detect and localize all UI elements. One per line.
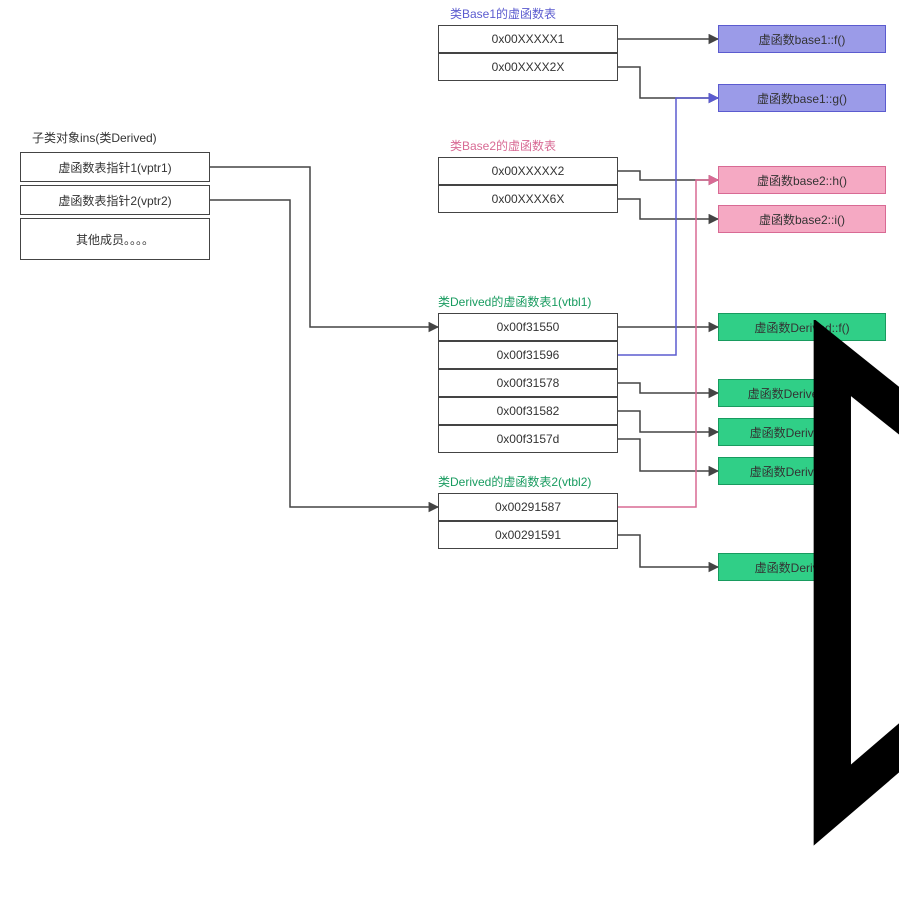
derived-func-mh: 虚函数Derived::mh() xyxy=(718,379,886,407)
base2-func-h: 虚函数base2::h() xyxy=(718,166,886,194)
object-title: 子类对象ins(类Derived) xyxy=(32,129,157,146)
base1-entry-1: 0x00XXXX2X xyxy=(438,53,618,81)
object-row-other: 其他成员。。。。 xyxy=(20,218,210,260)
derived1-entry-1: 0x00f31596 xyxy=(438,341,618,369)
base2-entry-1: 0x00XXXX6X xyxy=(438,185,618,213)
derived1-entry-0: 0x00f31550 xyxy=(438,313,618,341)
derived2-title: 类Derived的虚函数表2(vtbl2) xyxy=(438,473,591,490)
base1-title: 类Base1的虚函数表 xyxy=(450,5,556,22)
derived2-entry-1: 0x00291591 xyxy=(438,521,618,549)
cursor-icon xyxy=(644,320,660,336)
object-row-vptr2: 虚函数表指针2(vptr2) xyxy=(20,185,210,215)
base2-title: 类Base2的虚函数表 xyxy=(450,137,556,154)
derived2-entry-0: 0x00291587 xyxy=(438,493,618,521)
derived1-title: 类Derived的虚函数表1(vtbl1) xyxy=(438,293,591,310)
object-row-vptr1: 虚函数表指针1(vptr1) xyxy=(20,152,210,182)
derived1-entry-3: 0x00f31582 xyxy=(438,397,618,425)
derived1-entry-4: 0x00f3157d xyxy=(438,425,618,453)
base2-entry-0: 0x00XXXXX2 xyxy=(438,157,618,185)
derived-func-f: 虚函数Derived::f() xyxy=(718,313,886,341)
base1-func-f: 虚函数base1::f() xyxy=(718,25,886,53)
base2-func-i: 虚函数base2::i() xyxy=(718,205,886,233)
derived-func-mi: 虚函数Derived::mi() xyxy=(718,418,886,446)
base1-func-g: 虚函数base1::g() xyxy=(718,84,886,112)
derived-func-i: 虚函数Derived::i() xyxy=(718,553,886,581)
base1-entry-0: 0x00XXXXX1 xyxy=(438,25,618,53)
derived-func-mj: 虚函数Derived::mj() xyxy=(718,457,886,485)
derived1-entry-2: 0x00f31578 xyxy=(438,369,618,397)
